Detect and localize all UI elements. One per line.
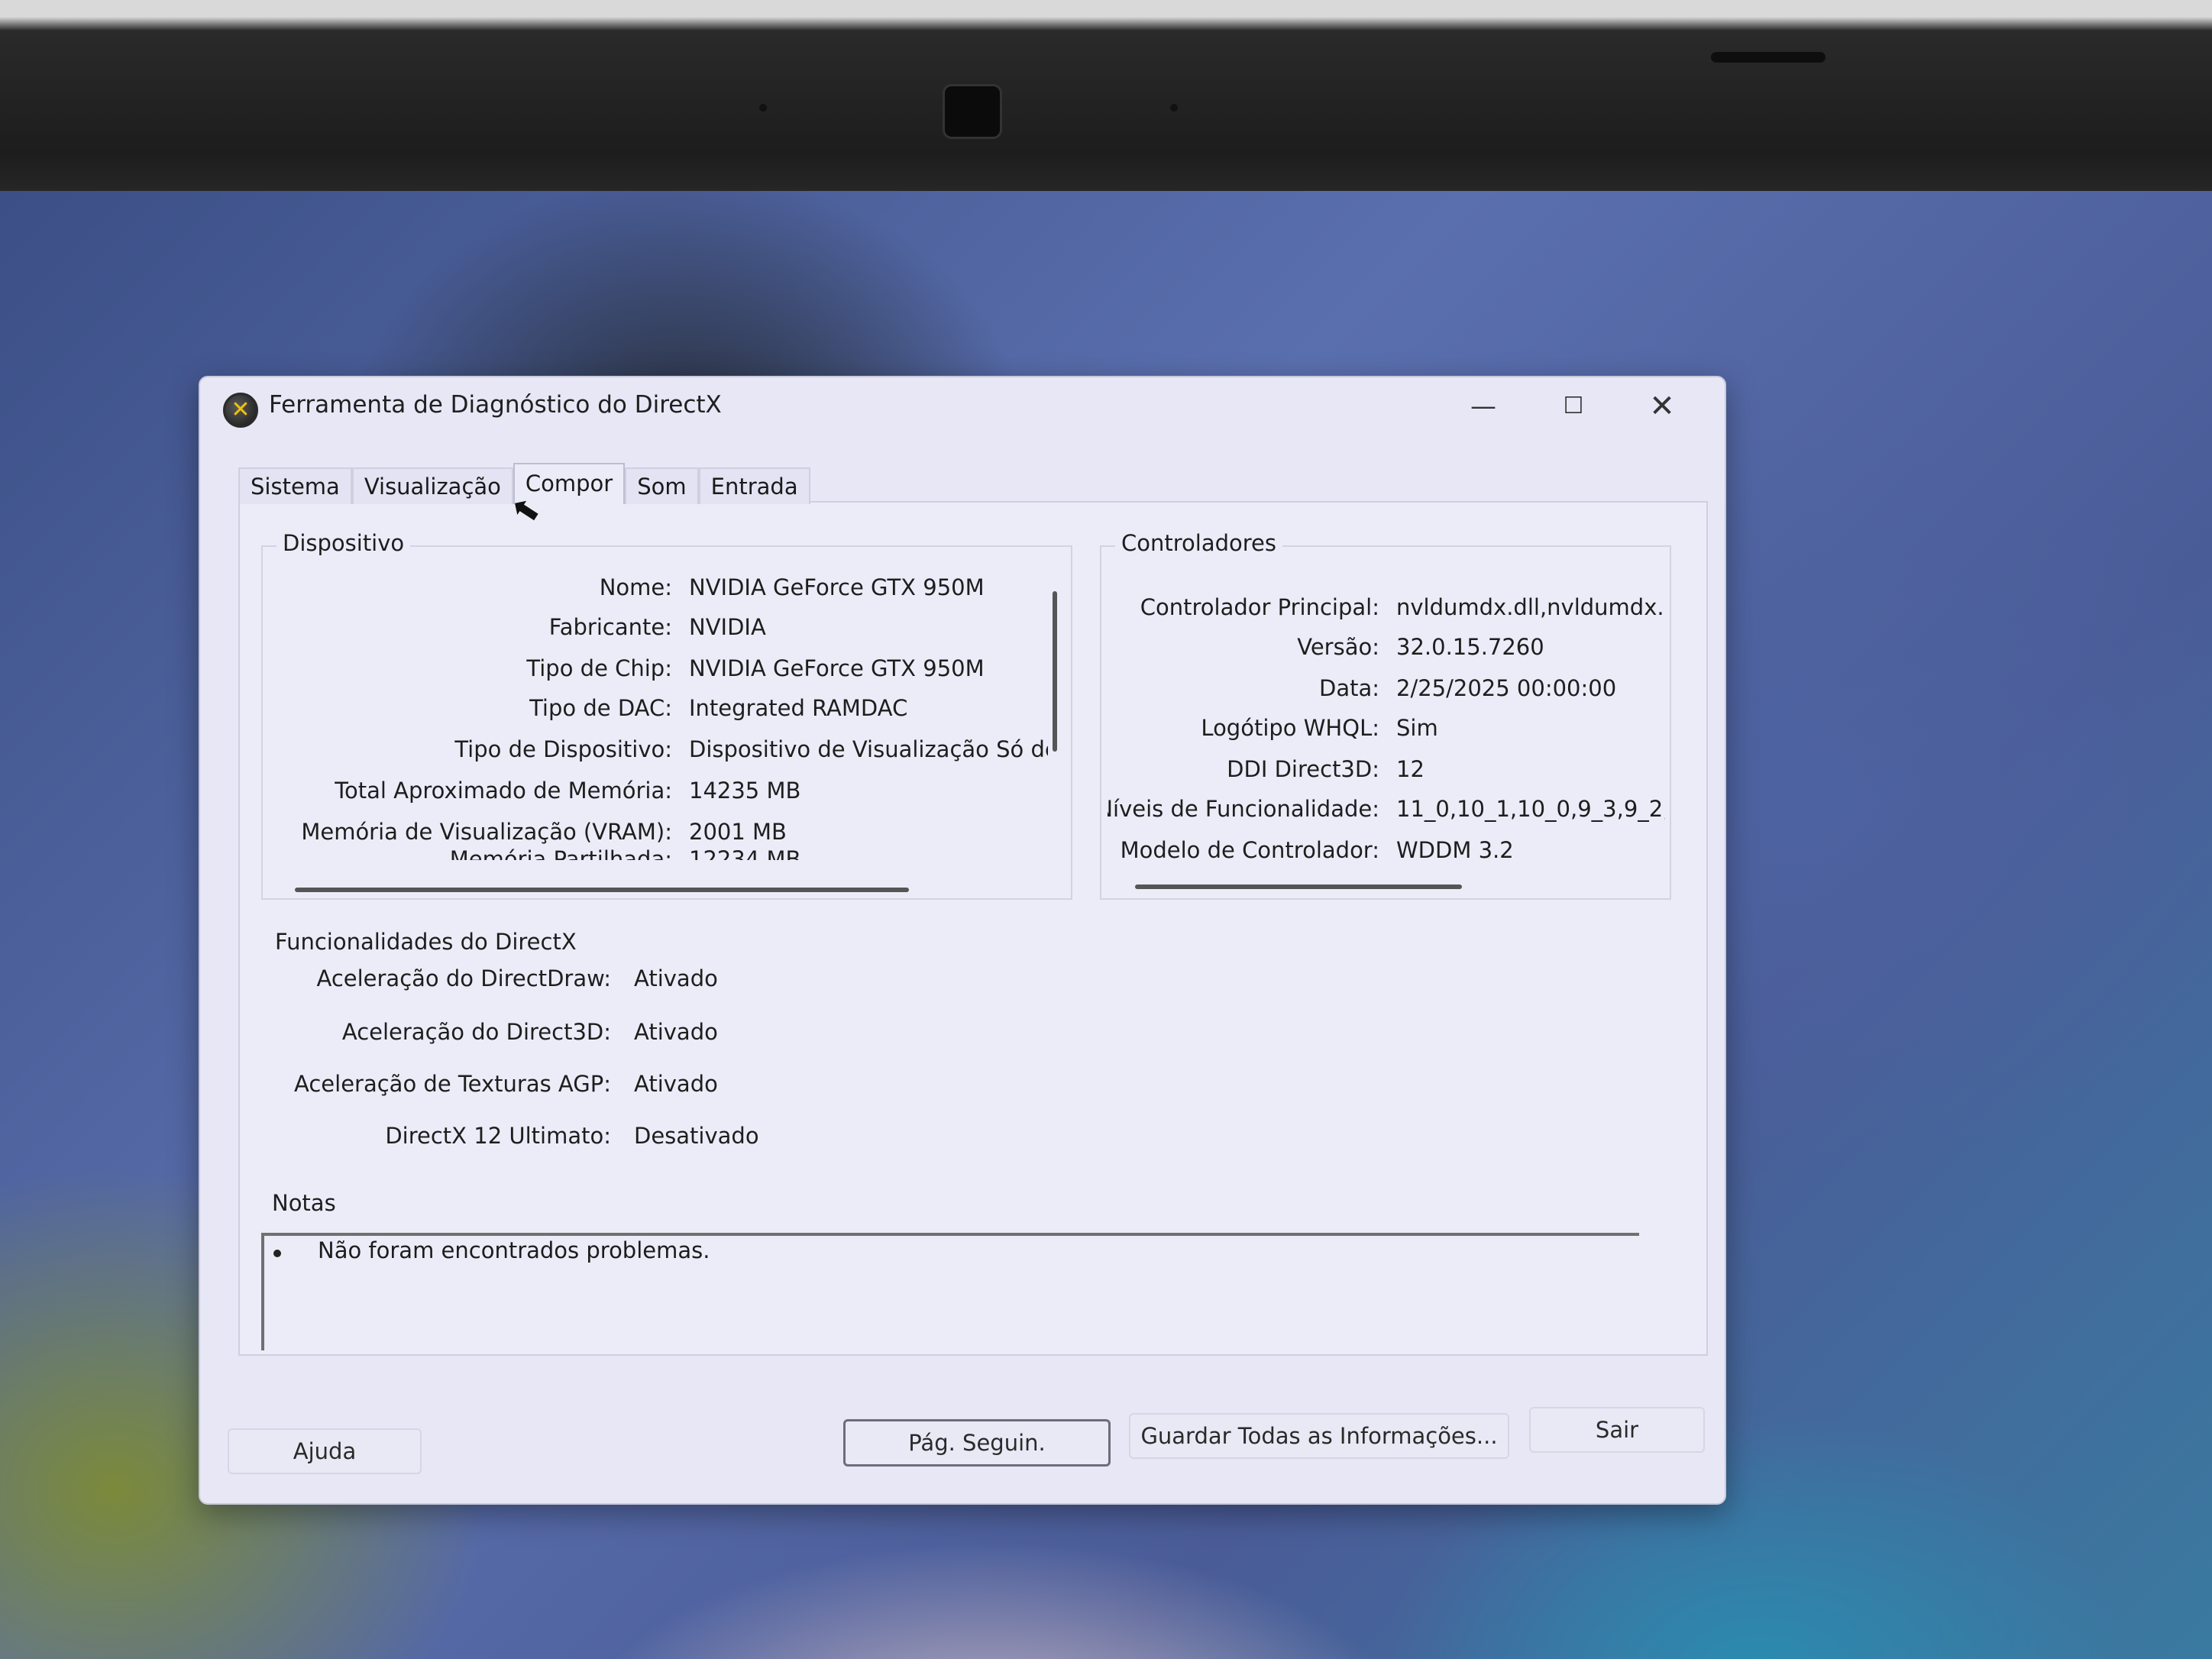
driver-value: 11_0,10_1,10_0,9_3,9_2,9 (1396, 796, 1665, 822)
driver-key: Versão: (1297, 634, 1379, 660)
driver-key: Controlador Principal: (1140, 594, 1379, 620)
bezel-dot-left (759, 104, 767, 112)
device-value: Integrated RAMDAC (689, 695, 908, 721)
feature-value: Ativado (634, 965, 718, 991)
maximize-button[interactable]: ☐ (1551, 390, 1596, 423)
next-page-button[interactable]: Pág. Seguin. (843, 1419, 1111, 1467)
dxdiag-window: ✕ Ferramenta de Diagnóstico do DirectX —… (199, 376, 1726, 1505)
feature-key: Aceleração do DirectDraw: (316, 965, 611, 991)
save-all-info-button[interactable]: Guardar Todas as Informações... (1129, 1413, 1509, 1459)
webcam (943, 84, 1002, 139)
feature-value: Ativado (634, 1019, 718, 1045)
device-vertical-scrollbar[interactable] (1053, 591, 1057, 752)
tab-entrada[interactable]: Entrada (698, 467, 810, 504)
feature-value: Desativado (634, 1123, 759, 1149)
driver-value: Sim (1396, 715, 1438, 741)
driver-key: DDI Direct3D: (1227, 756, 1379, 782)
driver-key: Níveis de Funcionalidade: (1108, 796, 1379, 822)
driver-key: Data: (1318, 675, 1379, 701)
exit-button[interactable]: Sair (1529, 1407, 1705, 1453)
directx-features-label: Funcionalidades do DirectX (275, 929, 577, 955)
driver-value: 2/25/2025 00:00:00 (1396, 675, 1617, 701)
title-bar[interactable]: ✕ Ferramenta de Diagnóstico do DirectX —… (200, 377, 1725, 438)
device-group-label: Dispositivo (276, 530, 411, 556)
feature-key: DirectX 12 Ultimato: (385, 1123, 611, 1149)
driver-value: nvldumdx.dll,nvldumdx.dll,r (1396, 594, 1665, 620)
notes-textbox[interactable]: Não foram encontrados problemas. (261, 1233, 1639, 1350)
bezel-slot (1711, 52, 1826, 63)
tab-visualizacao[interactable]: Visualização (351, 467, 513, 504)
device-key: Total Aproximado de Memória: (335, 778, 672, 804)
close-button[interactable]: ✕ (1639, 390, 1685, 423)
drivers-group-label: Controladores (1115, 530, 1282, 556)
device-horizontal-scrollbar[interactable] (295, 888, 909, 892)
device-value: NVIDIA GeForce GTX 950M (689, 655, 985, 681)
note-bullet-icon (273, 1250, 281, 1257)
device-value: 14235 MB (689, 778, 801, 804)
device-key: Tipo de Chip: (526, 655, 672, 681)
driver-value: 12 (1396, 756, 1425, 782)
device-value: 2001 MB (689, 819, 787, 845)
help-button[interactable]: Ajuda (228, 1428, 422, 1474)
window-title: Ferramenta de Diagnóstico do DirectX (269, 391, 722, 419)
feature-key: Aceleração do Direct3D: (341, 1019, 611, 1045)
directx-app-icon: ✕ (223, 393, 258, 428)
device-value: Dispositivo de Visualização Só de C (689, 736, 1048, 762)
driver-value: WDDM 3.2 (1396, 837, 1514, 863)
minimize-button[interactable]: — (1460, 390, 1506, 423)
device-key: Memória Partilhada: (449, 846, 672, 860)
driver-value: 32.0.15.7260 (1396, 634, 1544, 660)
device-value: NVIDIA GeForce GTX 950M (689, 574, 985, 600)
drivers-info-list[interactable]: Controlador Principal: nvldumdx.dll,nvld… (1108, 561, 1665, 866)
device-key: Memória de Visualização (VRAM): (301, 819, 672, 845)
driver-key: Logótipo WHQL: (1201, 715, 1379, 741)
bezel-dot-right (1170, 104, 1178, 112)
device-info-list[interactable]: Nome: NVIDIA GeForce GTX 950M Fabricante… (269, 561, 1048, 860)
tab-som[interactable]: Som (625, 467, 699, 504)
device-key: Tipo de Dispositivo: (454, 736, 672, 762)
feature-value: Ativado (634, 1071, 718, 1097)
tab-sistema[interactable]: Sistema (238, 467, 352, 504)
device-key: Tipo de DAC: (529, 695, 672, 721)
device-value: NVIDIA (689, 614, 766, 640)
driver-key: Modelo de Controlador: (1120, 837, 1379, 863)
device-key: Fabricante: (548, 614, 672, 640)
feature-key: Aceleração de Texturas AGP: (294, 1071, 611, 1097)
note-item: Não foram encontrados problemas. (318, 1237, 710, 1263)
device-key: Nome: (599, 574, 672, 600)
device-value: 12234 MB (689, 846, 801, 860)
notes-label-text: Notas (272, 1190, 336, 1216)
laptop-bezel (0, 0, 2212, 191)
drivers-horizontal-scrollbar[interactable] (1135, 884, 1462, 889)
